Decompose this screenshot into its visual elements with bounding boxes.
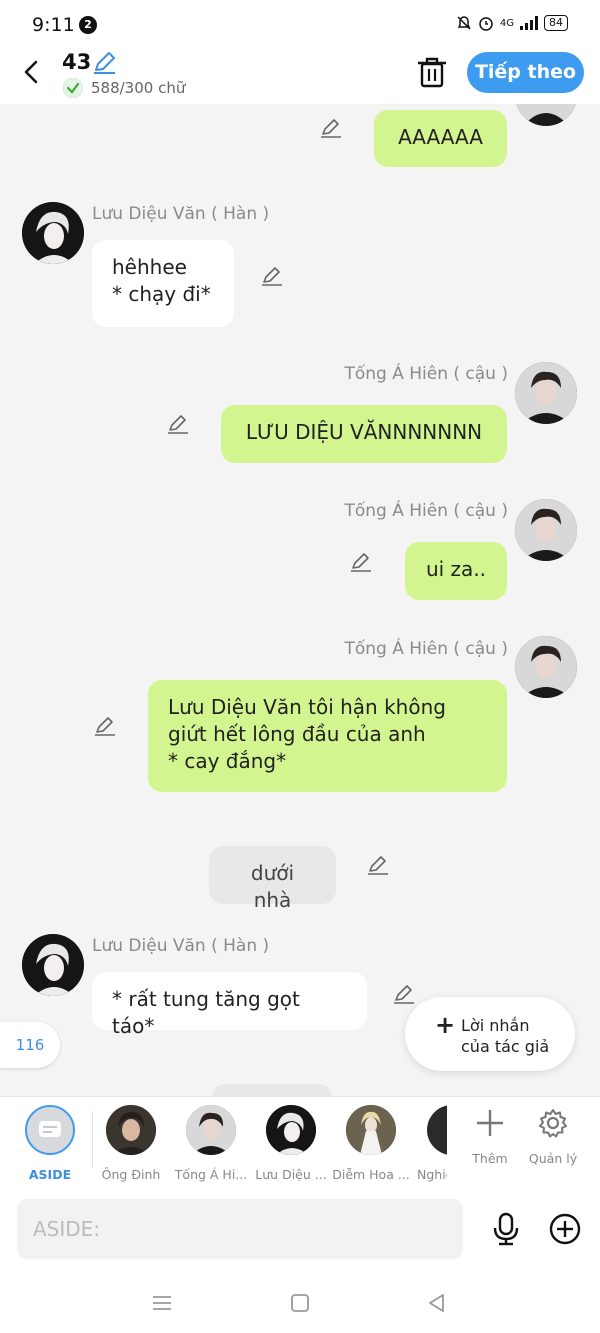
character-bar: ASIDE Ông Đinh Tống Á Hi... Lưu Diệu ...… [0,1096,600,1188]
chat-bubble-icon [39,1121,61,1137]
character-label: Lưu Diệu ... [255,1167,327,1182]
speaker-name: Tống Á Hiên ( cậu ) [344,364,508,384]
character-diem-hoa[interactable]: Diễm Hoa ... [331,1105,411,1182]
avatar-tong-a-hien[interactable] [515,499,577,561]
edit-message-icon[interactable] [260,264,284,288]
trash-icon[interactable] [416,55,448,89]
continue-button[interactable]: Tiếp theo [467,52,584,93]
author-note-label: Lời nhắn của tác giả [461,1015,549,1057]
chapter-title: 43 [62,50,92,74]
avatar-tong-a-hien[interactable] [515,636,577,698]
manage-label: Quản lý [528,1151,578,1166]
notification-badge: 2 [79,16,97,34]
edit-message-icon[interactable] [392,982,416,1006]
character-aside[interactable]: ASIDE [10,1105,90,1182]
character-label: Nghiê [417,1167,447,1182]
editor-header: 43 588/300 chữ Tiếp theo [0,48,600,104]
character-avatar [186,1105,236,1155]
aside-avatar [25,1105,75,1155]
avatar-luu-dieu-van[interactable] [22,934,84,996]
add-label: Thêm [472,1151,508,1166]
status-time: 9:11 [32,14,75,36]
edit-message-icon[interactable] [319,116,343,140]
edit-title-icon[interactable] [91,50,117,76]
message-bubble[interactable]: hêhhee * chạy đi* [92,240,234,327]
avatar-tong-a-hien[interactable] [515,104,577,126]
avatar-luu-dieu-van[interactable] [22,202,84,264]
character-label: Ông Đinh [101,1167,161,1182]
character-tong-a-hien[interactable]: Tống Á Hi... [171,1105,251,1182]
home-icon[interactable] [288,1291,312,1315]
back-arrow-icon[interactable] [16,56,48,88]
status-icons: 4G 84 [456,15,568,31]
battery-indicator: 84 [544,15,568,31]
add-media-icon[interactable] [549,1213,581,1245]
alarm-icon [479,17,493,31]
system-nav-bar [0,1273,600,1333]
word-count: 588/300 chữ [91,79,186,97]
network-type: 4G [499,17,514,29]
character-label: Diễm Hoa ... [332,1167,410,1182]
word-count-pill[interactable]: 116 [0,1022,60,1068]
message-input[interactable] [17,1199,463,1259]
microphone-icon[interactable] [490,1212,522,1246]
add-character-button[interactable]: Thêm [460,1107,520,1166]
speaker-name: Tống Á Hiên ( cậu ) [344,639,508,659]
manage-characters-button[interactable]: Quản lý [523,1107,583,1166]
character-avatar [346,1105,396,1155]
character-label: ASIDE [28,1167,72,1182]
menu-icon[interactable] [150,1291,174,1315]
edit-message-icon[interactable] [349,550,373,574]
bell-off-icon [457,16,471,30]
check-icon [63,78,83,98]
edit-message-icon[interactable] [93,714,117,738]
author-note-button[interactable]: + Lời nhắn của tác giả [405,997,575,1071]
narrator-bubble-partial [212,1084,332,1096]
plus-icon [477,1110,503,1136]
character-avatar [106,1105,156,1155]
character-avatar [427,1105,447,1155]
chat-area[interactable]: AAAAAA Lưu Diệu Văn ( Hàn ) hêhhee * chạ… [0,104,600,1096]
back-triangle-icon[interactable] [424,1291,448,1315]
message-bubble[interactable]: Lưu Diệu Văn tôi hận không giứt hết lông… [148,680,507,792]
avatar-tong-a-hien[interactable] [515,362,577,424]
narrator-bubble[interactable]: dưới nhà [209,846,336,912]
signal-icon [520,16,538,30]
speaker-name: Lưu Diệu Văn ( Hàn ) [92,936,270,956]
status-bar: 9:11 2 4G 84 [0,0,600,48]
input-bar [0,1188,600,1273]
character-label: Tống Á Hi... [174,1167,248,1182]
author-note-line1: Lời nhắn [461,1016,530,1035]
character-luu-dieu-van[interactable]: Lưu Diệu ... [251,1105,331,1182]
speaker-name: Lưu Diệu Văn ( Hàn ) [92,204,270,224]
message-bubble[interactable]: ui za.. [405,542,507,600]
edit-message-icon[interactable] [366,853,390,877]
message-bubble[interactable]: LƯU DIỆU VĂNNNNNNN [221,405,507,463]
speaker-name: Tống Á Hiên ( cậu ) [344,501,508,521]
gear-icon [539,1109,567,1138]
character-avatar [266,1105,316,1155]
character-ong-dinh[interactable]: Ông Đinh [91,1105,171,1182]
author-note-line2: của tác giả [461,1037,550,1056]
message-bubble[interactable]: * rất tung tăng gọt táo* [92,972,367,1038]
message-bubble[interactable]: AAAAAA [374,110,507,167]
edit-message-icon[interactable] [166,412,190,436]
character-nghie-partial[interactable]: Nghiê [411,1105,447,1182]
plus-icon: + [435,1011,456,1039]
